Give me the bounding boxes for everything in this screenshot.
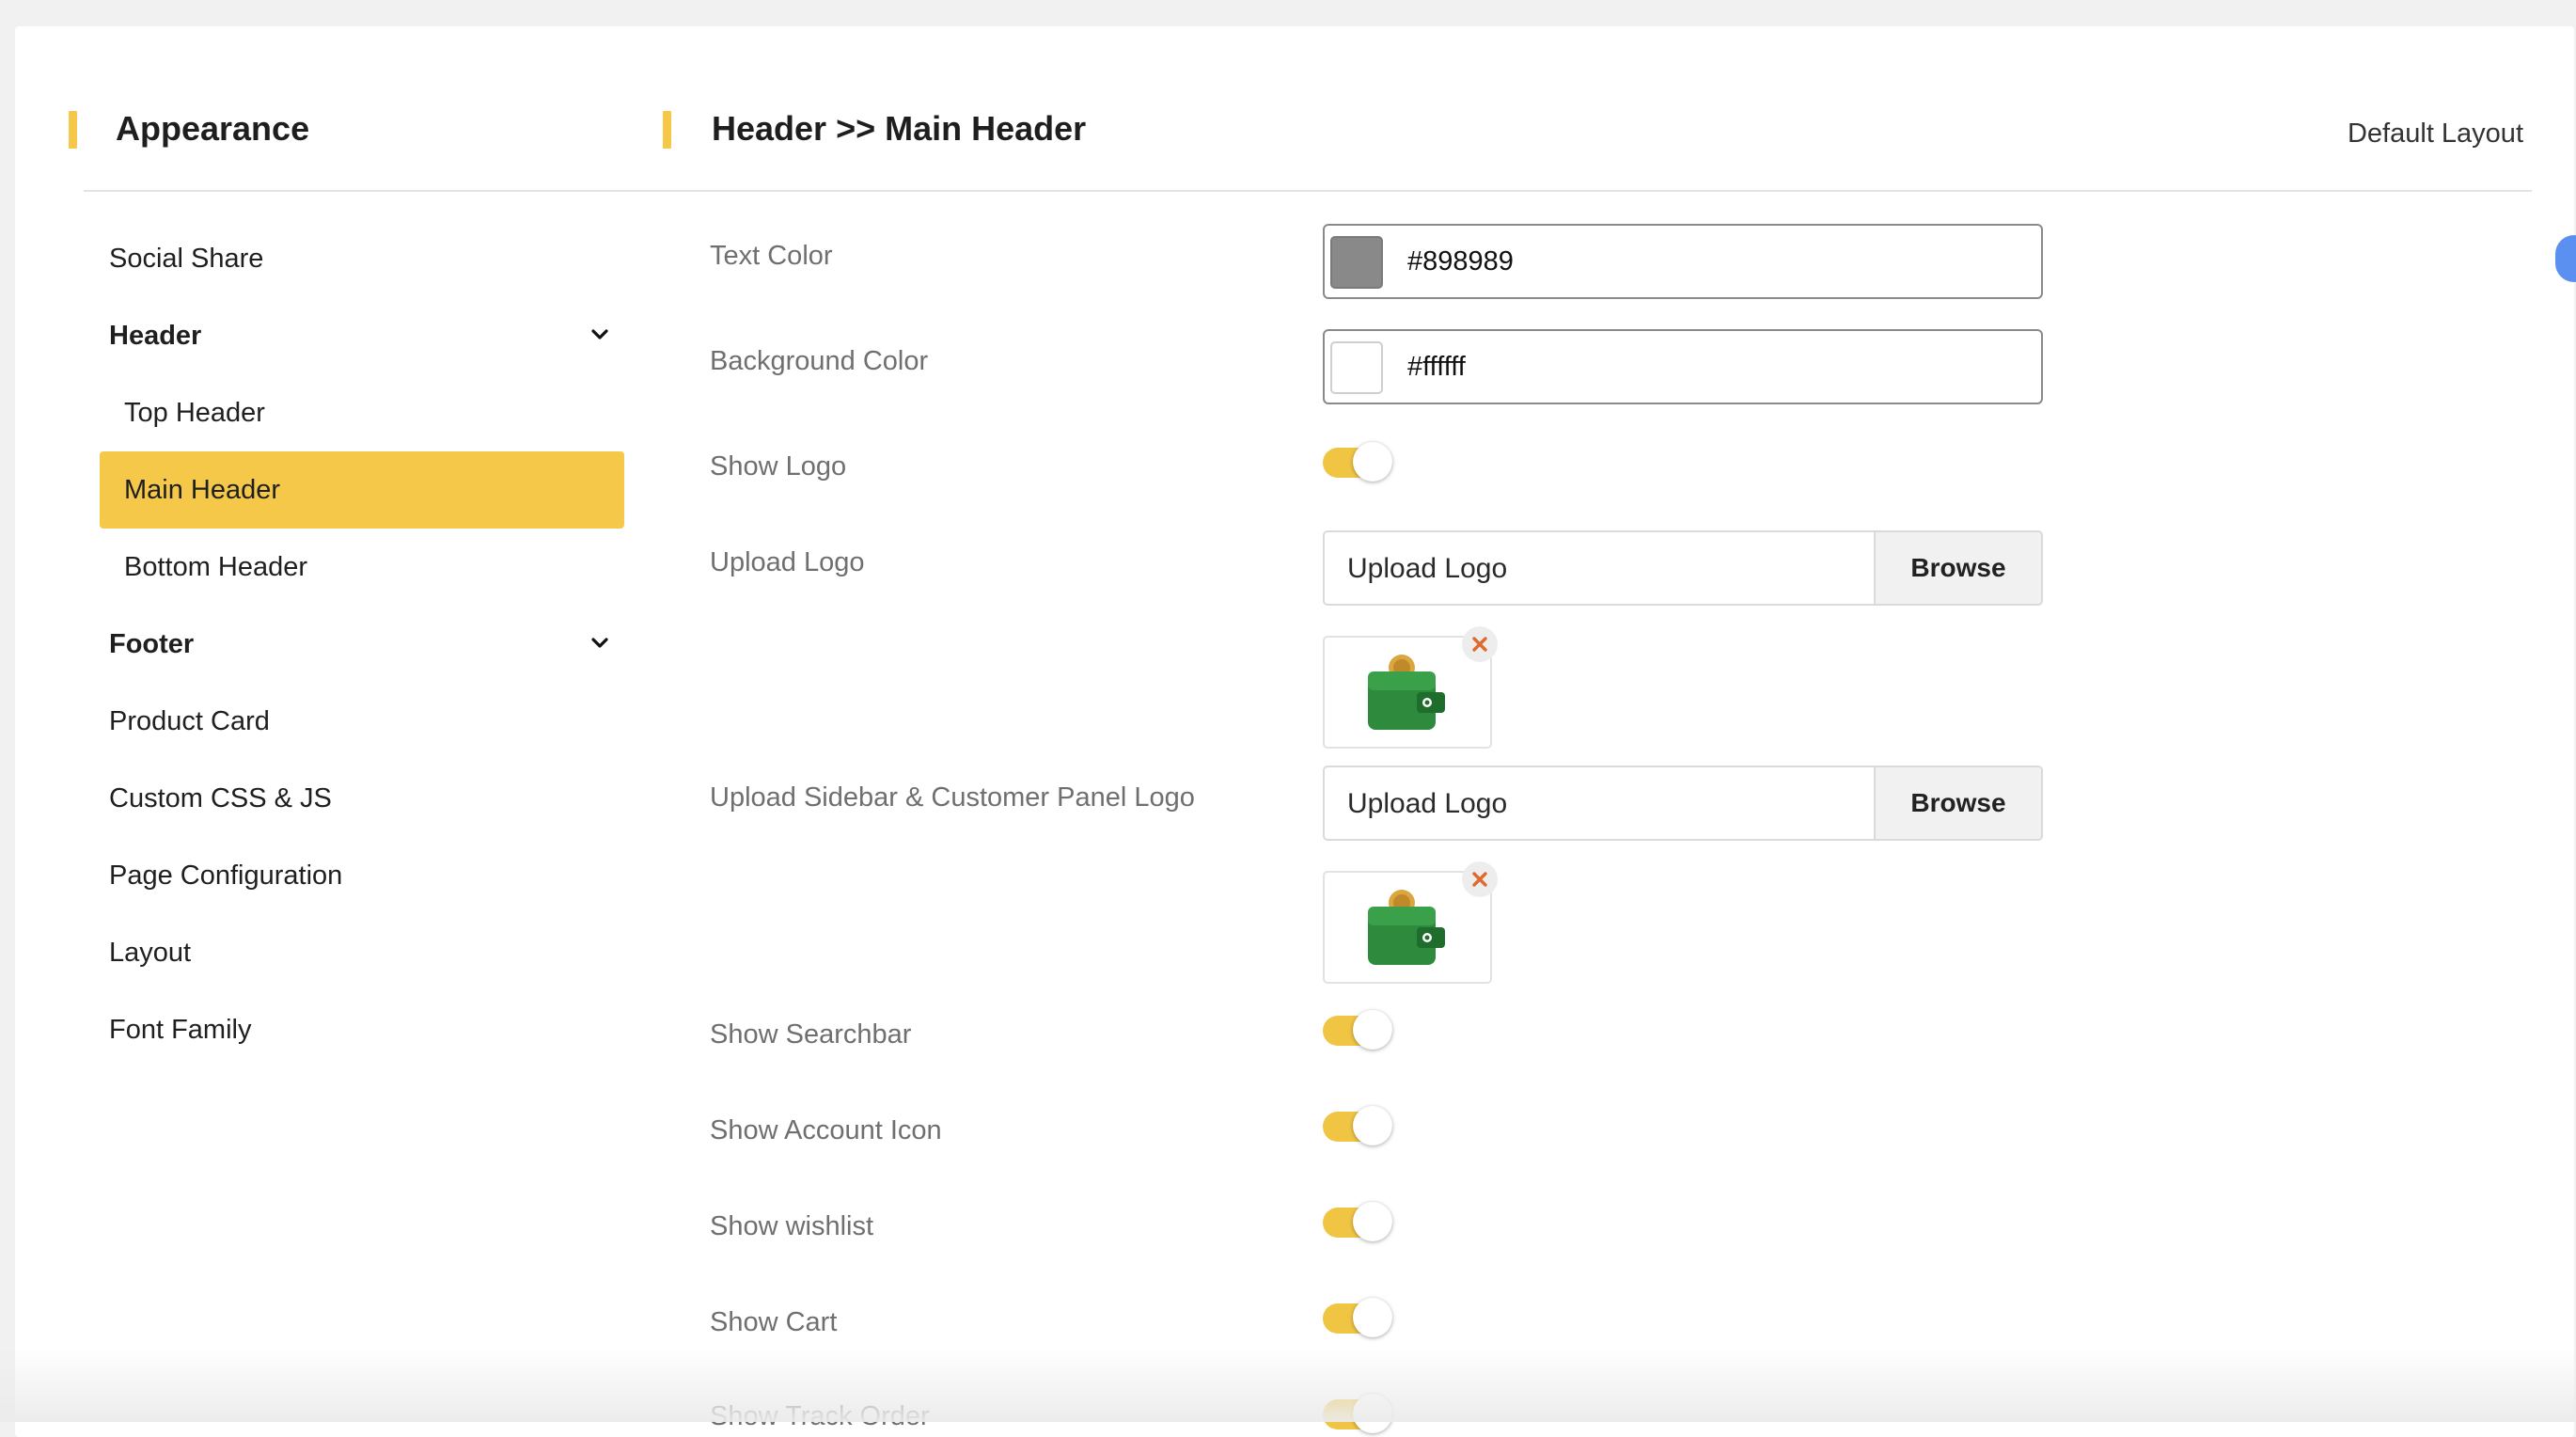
wallet-logo-icon	[1368, 890, 1445, 965]
sidebar-item-top-header[interactable]: Top Header	[100, 374, 624, 451]
sidebar-item-label: Layout	[109, 937, 192, 968]
show-track-order-label: Show Track Order	[710, 1401, 930, 1431]
show-track-order-toggle[interactable]	[1323, 1394, 1392, 1433]
sidebar-item-label: Font Family	[109, 1014, 252, 1045]
sidebar-item-label: Product Card	[109, 705, 270, 736]
sidebar-item-label: Bottom Header	[124, 551, 308, 582]
sidebar-item-label: Top Header	[124, 397, 265, 428]
text-color-swatch[interactable]	[1330, 236, 1383, 289]
sidebar-item-label: Footer	[109, 628, 195, 659]
upload-logo-placeholder: Upload Logo	[1347, 553, 1508, 584]
show-cart-toggle[interactable]	[1323, 1298, 1392, 1337]
close-icon	[1472, 637, 1487, 652]
remove-logo-button[interactable]	[1462, 626, 1498, 662]
upload-logo-browse-button[interactable]: Browse	[1874, 532, 2041, 604]
upload-sidebar-logo-field[interactable]: Upload Logo Browse	[1323, 766, 2043, 841]
background-color-label: Background Color	[710, 346, 929, 376]
chevron-down-icon	[591, 329, 608, 340]
sidebar-item-font-family[interactable]: Font Family	[100, 991, 624, 1068]
toggle-knob	[1353, 1394, 1392, 1433]
sidebar-item-bottom-header[interactable]: Bottom Header	[100, 529, 624, 606]
sidebar-item-product-card[interactable]: Product Card	[100, 683, 624, 760]
sidebar-item-label: Main Header	[124, 474, 281, 505]
sidebar-logo-preview	[1323, 861, 1498, 984]
show-cart-label: Show Cart	[710, 1307, 838, 1337]
close-icon	[1472, 872, 1487, 887]
upload-logo-field[interactable]: Upload Logo Browse	[1323, 530, 2043, 606]
toggle-knob	[1353, 1298, 1392, 1337]
show-searchbar-label: Show Searchbar	[710, 1019, 912, 1050]
show-wishlist-label: Show wishlist	[710, 1211, 874, 1241]
default-layout-link[interactable]: Default Layout	[2348, 118, 2523, 150]
sidebar-item-main-header[interactable]: Main Header	[100, 451, 624, 529]
sidebar-title: Appearance	[116, 109, 310, 148]
show-logo-label: Show Logo	[710, 451, 847, 482]
toggle-knob	[1353, 1202, 1392, 1241]
sidebar-item-label: Social Share	[109, 243, 264, 274]
show-account-icon-toggle[interactable]	[1323, 1106, 1392, 1145]
show-searchbar-toggle[interactable]	[1323, 1010, 1392, 1050]
upload-sidebar-logo-placeholder: Upload Logo	[1347, 788, 1508, 819]
sidebar-item-header[interactable]: Header	[100, 297, 624, 374]
sidebar-item-custom-css-js[interactable]: Custom CSS & JS	[100, 760, 624, 837]
page-title-accent	[663, 111, 671, 149]
toggle-knob	[1353, 442, 1392, 482]
logo-preview	[1323, 626, 1498, 749]
upload-sidebar-logo-browse-button[interactable]: Browse	[1874, 767, 2041, 839]
settings-panel: Appearance Header >> Main Header Default…	[15, 26, 2576, 1437]
text-color-field[interactable]: #898989	[1323, 224, 2043, 299]
floating-help-button[interactable]	[2555, 235, 2576, 282]
background-color-swatch[interactable]	[1330, 341, 1383, 394]
toggle-knob	[1353, 1106, 1392, 1145]
upload-sidebar-logo-label: Upload Sidebar & Customer Panel Logo	[710, 782, 1195, 813]
text-color-label: Text Color	[710, 241, 833, 271]
sidebar-title-accent	[69, 111, 77, 149]
page-title: Header >> Main Header	[712, 109, 1087, 148]
upload-logo-label: Upload Logo	[710, 547, 865, 577]
background-color-value: #ffffff	[1407, 352, 1466, 382]
show-wishlist-toggle[interactable]	[1323, 1202, 1392, 1241]
header-divider	[84, 190, 2532, 192]
sidebar-item-social-share[interactable]: Social Share	[100, 220, 624, 297]
sidebar-item-footer[interactable]: Footer	[100, 606, 624, 683]
sidebar-item-label: Page Configuration	[109, 860, 343, 891]
sidebar-item-layout[interactable]: Layout	[100, 914, 624, 991]
toggle-knob	[1353, 1010, 1392, 1050]
text-color-value: #898989	[1407, 246, 1514, 276]
sidebar-item-page-configuration[interactable]: Page Configuration	[100, 837, 624, 914]
show-account-icon-label: Show Account Icon	[710, 1115, 942, 1145]
show-logo-toggle[interactable]	[1323, 442, 1392, 482]
wallet-logo-icon	[1368, 655, 1445, 730]
remove-sidebar-logo-button[interactable]	[1462, 861, 1498, 897]
sidebar-item-label: Custom CSS & JS	[109, 782, 332, 813]
chevron-down-icon	[591, 638, 608, 648]
sidebar-item-label: Header	[109, 320, 202, 351]
background-color-field[interactable]: #ffffff	[1323, 329, 2043, 404]
